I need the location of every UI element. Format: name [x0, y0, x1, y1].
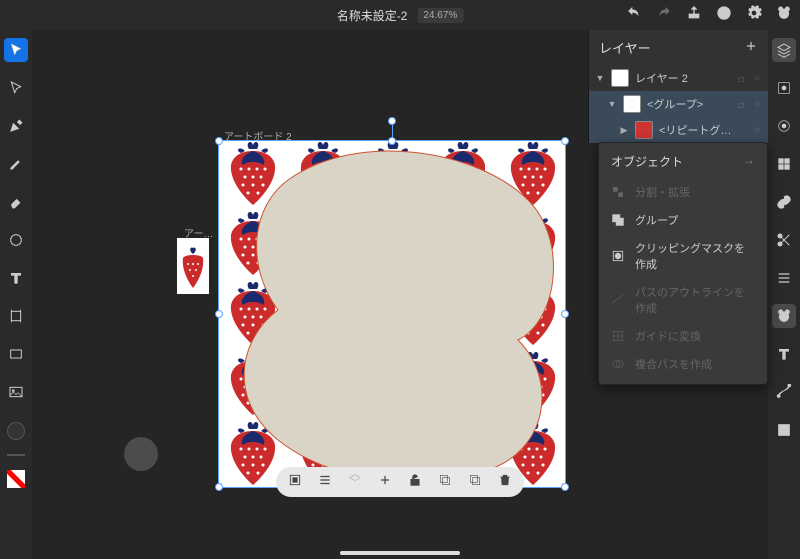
visibility-icon[interactable] — [752, 125, 762, 135]
stack-icon[interactable] — [348, 473, 362, 492]
disclosure-icon[interactable]: ▼ — [607, 99, 617, 109]
menu-item-label: パスのアウトラインを作成 — [635, 284, 755, 316]
zoom-level[interactable]: 24.67% — [417, 8, 463, 23]
menu-item-label: クリッピングマスクを作成 — [635, 240, 755, 272]
pen-tool[interactable] — [4, 114, 28, 138]
menu-item-divide-expand: 分割・拡張 — [599, 178, 767, 206]
home-indicator — [340, 551, 460, 555]
layer-label: <グループ> — [647, 96, 703, 112]
properties-panel-icon[interactable] — [772, 76, 796, 100]
align-panel-icon[interactable] — [772, 266, 796, 290]
undo-icon[interactable] — [626, 5, 642, 26]
path-panel-icon[interactable] — [772, 380, 796, 404]
menu-item-outline-path: パスのアウトラインを作成 — [599, 278, 767, 322]
unlock-icon[interactable] — [408, 473, 422, 492]
layer-thumb — [623, 95, 641, 113]
contextual-toolbar — [276, 467, 524, 497]
menu-item-label: ガイドに変換 — [635, 328, 701, 344]
layer-label: レイヤー 2 — [635, 70, 688, 86]
layer-row[interactable]: ▼ <グループ> — [589, 91, 768, 117]
clip-icon[interactable] — [438, 473, 452, 492]
eraser-tool[interactable] — [4, 190, 28, 214]
menu-item-group[interactable]: グループ — [599, 206, 767, 234]
layers-panel-icon[interactable] — [772, 38, 796, 62]
object-panel-icon[interactable] — [772, 304, 796, 328]
redo-icon[interactable] — [656, 5, 672, 26]
lock-icon[interactable] — [736, 73, 746, 83]
artboard-small[interactable] — [177, 238, 209, 294]
rotate-handle[interactable] — [388, 117, 396, 125]
link-panel-icon[interactable] — [772, 190, 796, 214]
menu-item-label: 複合パスを作成 — [635, 356, 712, 372]
guides-panel-icon[interactable] — [772, 418, 796, 442]
add-icon[interactable] — [378, 473, 392, 492]
left-toolbar — [0, 30, 32, 559]
artboard-tool[interactable] — [4, 304, 28, 328]
artboard-main[interactable] — [218, 140, 566, 488]
trash-icon[interactable] — [498, 473, 512, 492]
menu-item-label: 分割・拡張 — [635, 184, 690, 200]
disclosure-icon[interactable]: ▼ — [595, 73, 605, 83]
visibility-icon[interactable] — [752, 99, 762, 109]
stroke-swatch[interactable] — [7, 470, 25, 488]
list-icon[interactable] — [318, 473, 332, 492]
context-menu-title: オブジェクト — [611, 153, 683, 170]
fill-swatch[interactable] — [7, 422, 25, 440]
title-bar: 名称未設定-2 24.67% — [0, 0, 800, 30]
grid-panel-icon[interactable] — [772, 152, 796, 176]
add-layer-icon[interactable] — [744, 39, 758, 56]
help-icon[interactable] — [716, 5, 732, 26]
properties-icon[interactable] — [288, 473, 302, 492]
direct-selection-tool[interactable] — [4, 76, 28, 100]
document-title: 名称未設定-2 — [337, 7, 408, 24]
layers-panel: レイヤー ▼ レイヤー 2 ▼ <グループ> ▶ <リピートグリッ… — [588, 30, 768, 143]
layer-row[interactable]: ▼ レイヤー 2 — [589, 65, 768, 91]
settings-icon[interactable] — [746, 5, 762, 26]
arrow-right-icon[interactable]: → — [743, 153, 755, 170]
share-icon[interactable] — [686, 5, 702, 26]
appearance-panel-icon[interactable] — [772, 114, 796, 138]
scissors-icon[interactable] — [772, 228, 796, 252]
selection-tool[interactable] — [4, 38, 28, 62]
menu-item-compound-path: 複合パスを作成 — [599, 350, 767, 378]
disclosure-icon[interactable]: ▶ — [619, 125, 629, 136]
menu-item-label: グループ — [635, 212, 678, 228]
menu-item-clipping-mask[interactable]: クリッピングマスクを作成 — [599, 234, 767, 278]
type-tool[interactable] — [4, 266, 28, 290]
ellipse-tool[interactable] — [4, 228, 28, 252]
touch-indicator — [124, 437, 158, 471]
lock-icon[interactable] — [736, 99, 746, 109]
layers-panel-title: レイヤー — [599, 38, 651, 57]
layer-row[interactable]: ▶ <リピートグリッ… — [589, 117, 768, 143]
rectangle-tool[interactable] — [4, 342, 28, 366]
layer-thumb — [611, 69, 629, 87]
layer-thumb — [635, 121, 653, 139]
place-image-tool[interactable] — [4, 380, 28, 404]
brush-tool[interactable] — [4, 152, 28, 176]
type-panel-icon[interactable] — [772, 342, 796, 366]
visibility-icon[interactable] — [752, 73, 762, 83]
object-context-menu: オブジェクト → 分割・拡張 グループ クリッピングマスクを作成 パスのアウトラ… — [598, 142, 768, 385]
teddy-icon[interactable] — [776, 5, 792, 26]
layer-label: <リピートグリッ… — [659, 122, 739, 138]
right-toolbar — [768, 30, 800, 559]
duplicate-icon[interactable] — [468, 473, 482, 492]
menu-item-convert-guides: ガイドに変換 — [599, 322, 767, 350]
